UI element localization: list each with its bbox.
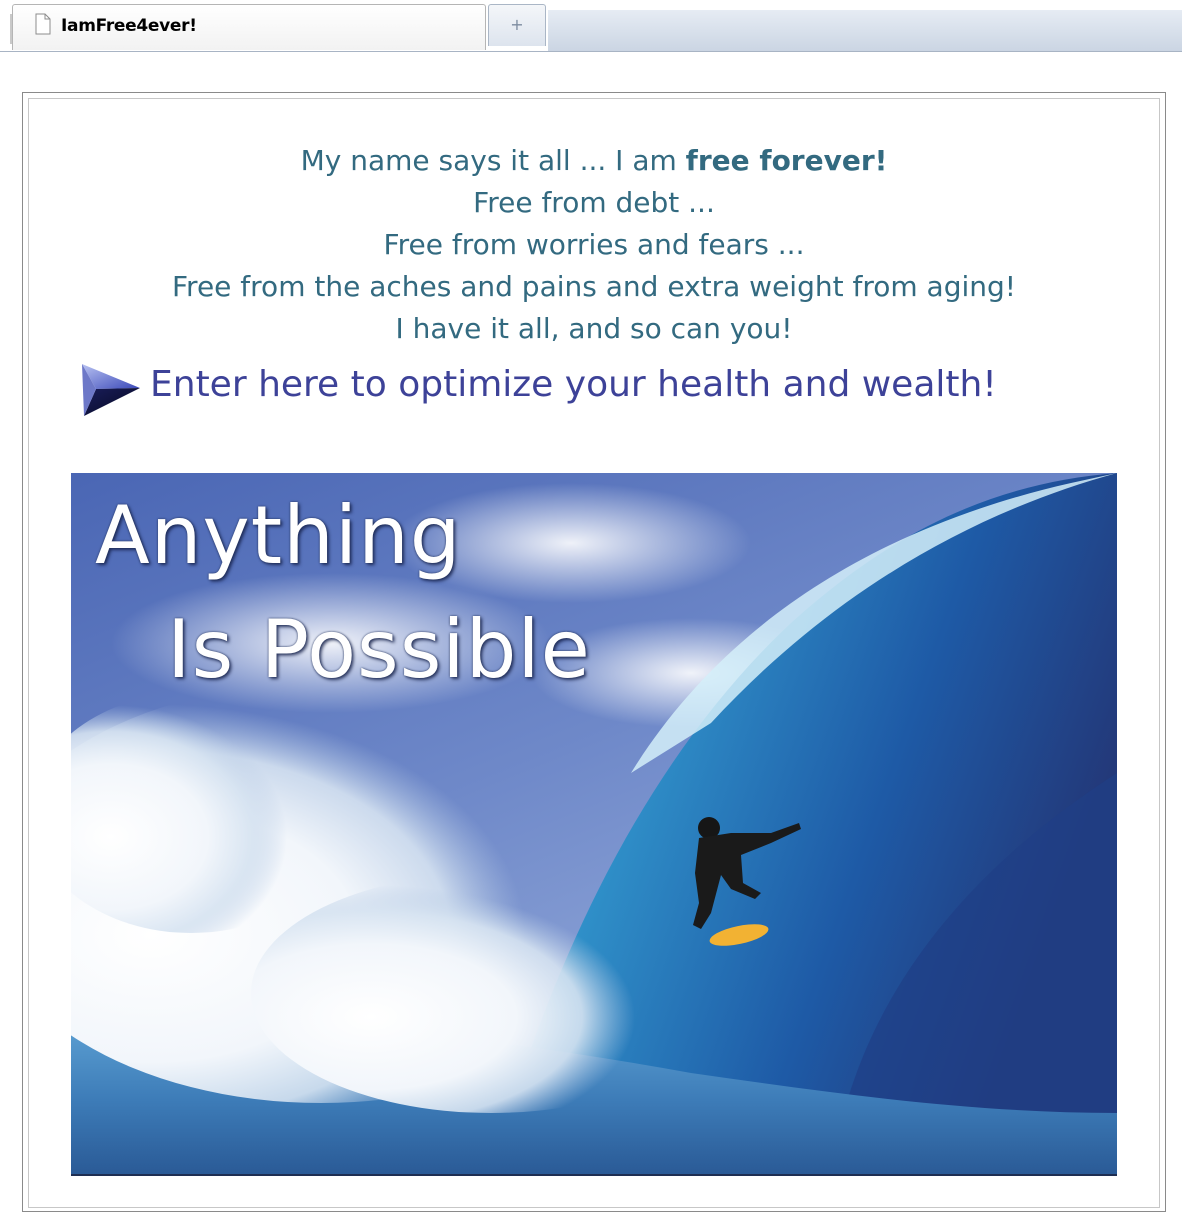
enter-link[interactable]: Enter here to optimize your health and w…	[150, 364, 997, 405]
intro-emphasis: free forever!	[685, 144, 888, 177]
browser-tab-active[interactable]: IamFree4ever!	[12, 4, 486, 50]
hero-title-line-2: Is Possible	[167, 603, 591, 696]
tab-strip-background	[548, 10, 1182, 51]
tab-title: IamFree4ever!	[61, 16, 197, 36]
intro-text: My name says it all ... I am free foreve…	[30, 140, 1158, 350]
tab-strip-divider	[0, 51, 1182, 52]
hero-bottom-border	[71, 1174, 1117, 1176]
intro-line-2: Free from debt ...	[473, 186, 715, 219]
hero-title-line-1: Anything	[95, 489, 462, 582]
intro-line-5: I have it all, and so can you!	[395, 312, 793, 345]
intro-line-1: My name says it all ... I am free foreve…	[300, 144, 888, 177]
arrow-right-icon[interactable]	[78, 358, 142, 420]
document-icon	[35, 13, 51, 35]
hero-image[interactable]: Anything Is Possible	[71, 473, 1117, 1175]
new-tab-button[interactable]: +	[488, 4, 546, 46]
enter-row[interactable]: Enter here to optimize your health and w…	[78, 358, 1138, 420]
intro-line-4: Free from the aches and pains and extra …	[171, 270, 1017, 303]
intro-line-3: Free from worries and fears ...	[383, 228, 805, 261]
browser-tab-bar: IamFree4ever! +	[0, 0, 1182, 52]
